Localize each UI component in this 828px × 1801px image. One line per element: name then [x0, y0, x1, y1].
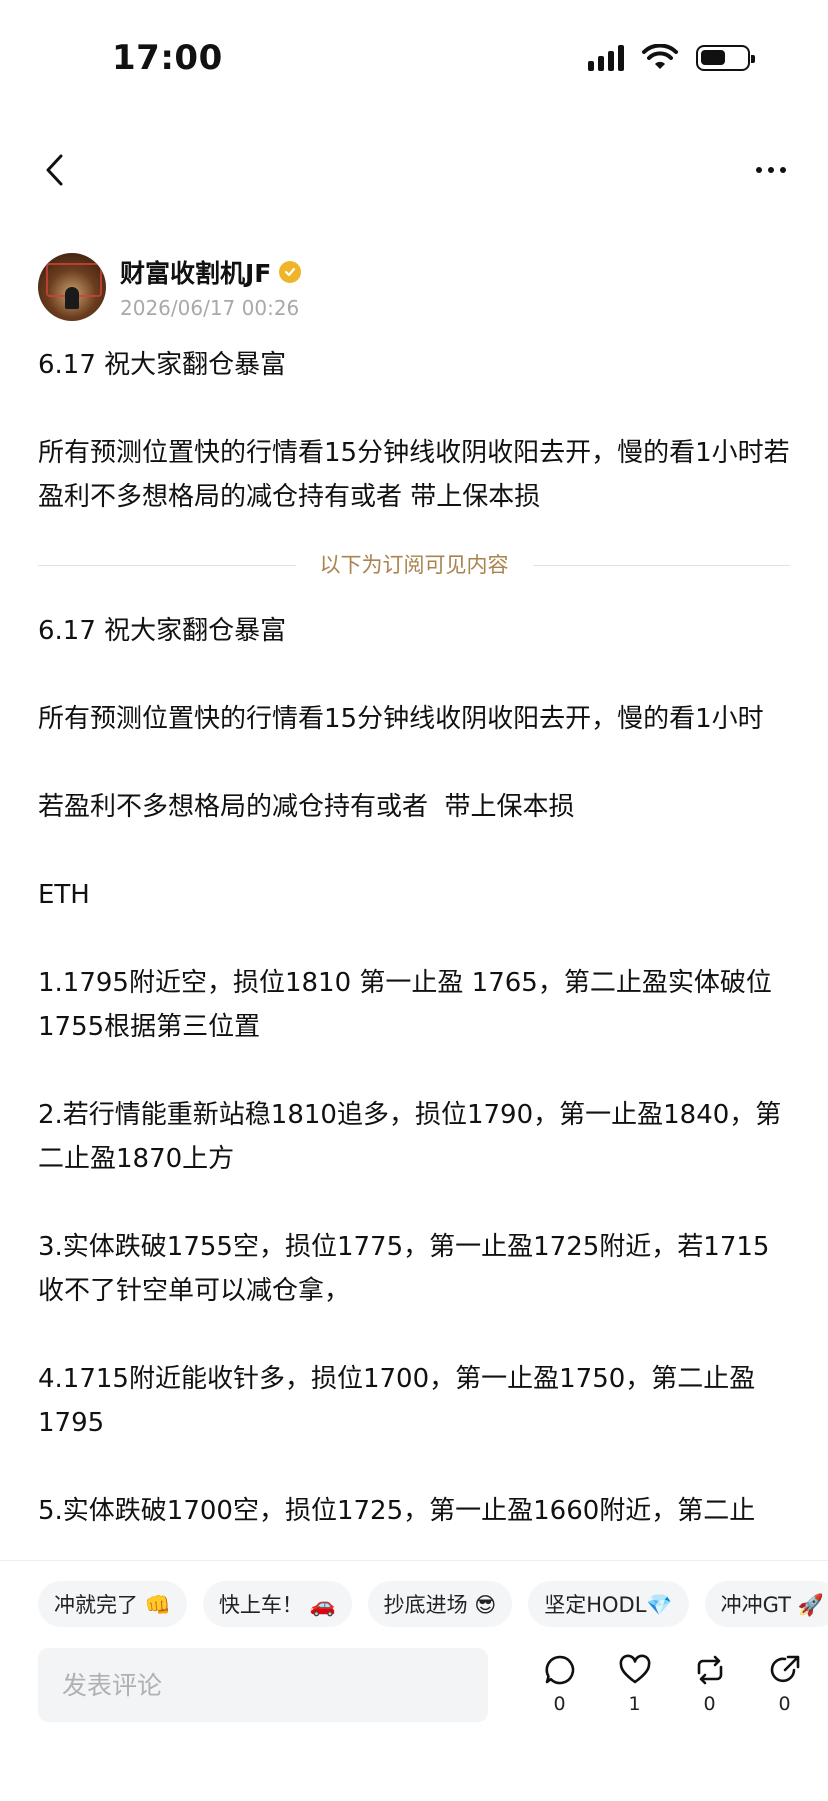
quick-reply-chip[interactable]: 冲冲GT 🚀	[704, 1581, 828, 1627]
divider-label: 以下为订阅可见内容	[319, 553, 509, 577]
more-icon-dot	[780, 167, 786, 173]
comment-count: 0	[553, 1693, 566, 1715]
back-button[interactable]	[34, 150, 74, 190]
battery-level	[701, 50, 725, 65]
navigation-bar	[0, 140, 828, 200]
post-paragraph: 所有预测位置快的行情看15分钟线收阴收阳去开，慢的看1小时若盈利不多想格局的减仓…	[38, 438, 790, 512]
bottom-bar: 冲就完了 👊 快上车！ 🚗 抄底进场 😎 坚定HODL💎 冲冲GT 🚀 0 1 …	[0, 1560, 828, 1801]
post-paragraph: 4.1715附近能收针多，损位1700，第一止盈1750，第二止盈1795	[38, 1364, 756, 1438]
subscription-divider: 以下为订阅可见内容	[38, 543, 790, 587]
verified-badge-icon	[279, 261, 302, 283]
status-icons	[588, 44, 755, 72]
repost-icon	[697, 1655, 722, 1685]
post-paragraph: 所有预测位置快的行情看15分钟线收阴收阳去开，慢的看1小时	[38, 704, 764, 734]
battery-icon	[696, 45, 755, 71]
post-paragraph: 6.17 祝大家翻仓暴富	[38, 350, 287, 380]
quick-reply-chip[interactable]: 坚定HODL💎	[528, 1581, 689, 1627]
post-paragraph: ETH	[38, 880, 90, 910]
status-bar: 17:00	[0, 0, 828, 120]
like-count: 1	[628, 1693, 641, 1715]
post-date: 2026/06/17 00:26	[120, 296, 300, 320]
more-icon-dot	[768, 167, 774, 173]
share-count: 0	[778, 1693, 791, 1715]
chevron-left-icon	[46, 154, 63, 186]
post-paragraph: 5.实体跌破1700空，损位1725，第一止盈1660附近，第二止	[38, 1496, 756, 1526]
status-time: 17:00	[112, 38, 223, 78]
comment-input[interactable]	[38, 1648, 488, 1722]
quick-reply-chip[interactable]: 抄底进场 😎	[367, 1581, 513, 1627]
more-icon-dot	[756, 167, 762, 173]
post-paragraph: 6.17 祝大家翻仓暴富	[38, 616, 287, 646]
cellular-signal-icon	[588, 45, 624, 71]
avatar[interactable]	[38, 253, 106, 321]
like-button[interactable]: 1	[597, 1653, 672, 1715]
post-paragraph: 2.若行情能重新站稳1810追多，损位1790，第一止盈1840，第二止盈187…	[38, 1100, 782, 1174]
more-button[interactable]	[748, 150, 794, 190]
wifi-icon	[642, 44, 678, 69]
share-button[interactable]: 0	[747, 1653, 822, 1715]
post-content: 6.17 祝大家翻仓暴富 所有预测位置快的行情看15分钟线收阴收阳去开，慢的看1…	[38, 343, 790, 1533]
quick-reply-chips: 冲就完了 👊 快上车！ 🚗 抄底进场 😎 坚定HODL💎 冲冲GT 🚀	[38, 1581, 828, 1627]
quick-reply-chip[interactable]: 冲就完了 👊	[38, 1581, 187, 1627]
author-info: 财富收割机JF 2026/06/17 00:26	[120, 254, 302, 320]
heart-icon	[619, 1654, 650, 1684]
quick-reply-chip[interactable]: 快上车！ 🚗	[202, 1581, 352, 1627]
comment-icon	[545, 1655, 574, 1685]
repost-button[interactable]: 0	[672, 1653, 747, 1715]
comment-button[interactable]: 0	[522, 1653, 597, 1715]
check-icon	[285, 267, 296, 277]
author-name-row: 财富收割机JF	[120, 254, 302, 290]
post-paragraph: 1.1795附近空，损位1810 第一止盈 1765，第二止盈实体破位1755根…	[38, 968, 772, 1042]
author-header: 财富收割机JF 2026/06/17 00:26	[38, 252, 302, 322]
post-actions: 0 1 0 0	[522, 1653, 822, 1715]
repost-count: 0	[703, 1693, 716, 1715]
post-paragraph: 3.实体跌破1755空，损位1775，第一止盈1725附近，若1715收不了针空…	[38, 1232, 770, 1306]
post-paragraph: 若盈利不多想格局的减仓持有或者 带上保本损	[38, 792, 575, 822]
share-icon	[770, 1655, 799, 1683]
author-name[interactable]: 财富收割机JF	[120, 254, 271, 290]
